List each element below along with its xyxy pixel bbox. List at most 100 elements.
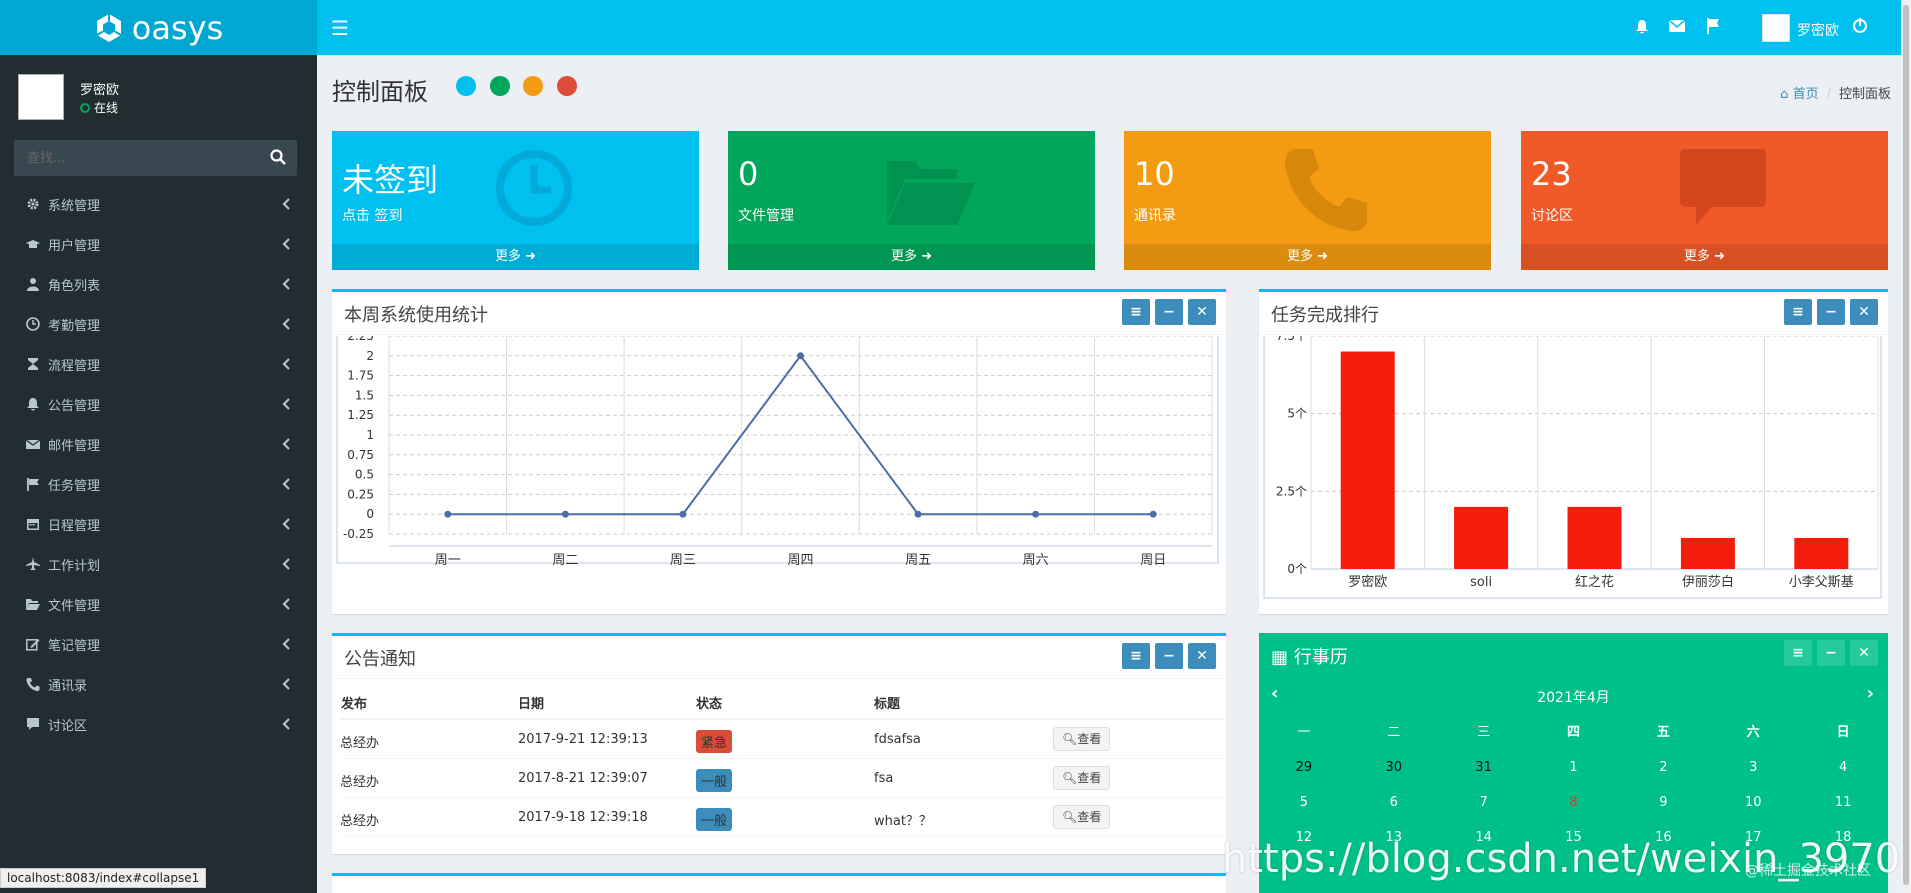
color-dot[interactable] [490, 76, 510, 96]
stat-box-discussion[interactable]: 23 讨论区 更多 ➜ [1521, 131, 1888, 270]
bar[interactable] [1567, 506, 1622, 569]
sidebar-item[interactable]: 邮件管理 [0, 424, 317, 464]
search-input[interactable] [14, 140, 259, 176]
calendar-day[interactable]: 11 [1798, 785, 1888, 820]
stat-label[interactable]: 点击 签到 [342, 205, 402, 225]
data-point[interactable] [444, 510, 452, 518]
data-point[interactable] [1149, 510, 1157, 518]
chevron-left-icon[interactable] [281, 717, 293, 731]
calendar-day[interactable]: 29 [1259, 750, 1349, 785]
navbar-user-name[interactable]: 罗密欧 [1797, 20, 1839, 40]
view-button[interactable]: 🔍︎查看 [1053, 727, 1111, 751]
menu-button[interactable]: ≡ [1122, 299, 1150, 325]
chevron-left-icon[interactable] [281, 317, 293, 331]
data-point[interactable] [679, 510, 687, 518]
data-point[interactable] [797, 352, 804, 360]
sidebar-item[interactable]: 系统管理 [0, 184, 317, 224]
bar[interactable] [1454, 506, 1509, 569]
close-button[interactable]: ✕ [1850, 640, 1878, 666]
close-button[interactable]: ✕ [1188, 299, 1216, 325]
chevron-left-icon[interactable] [281, 357, 293, 371]
page-scrollbar[interactable] [1901, 0, 1911, 893]
next-month-icon[interactable]: › [1867, 683, 1874, 704]
sidebar-item[interactable]: 讨论区 [0, 704, 317, 744]
more-link[interactable]: 更多 ➜ [728, 244, 1095, 270]
sidebar-item[interactable]: 任务管理 [0, 464, 317, 504]
usage-stats-panel: 本周系统使用统计 ≡ − ✕ -0.25 0 0.25 0.5 0.75 1 1.25 1.5… [332, 289, 1226, 614]
sidebar-toggle-icon[interactable]: ☰ [331, 16, 349, 40]
data-point[interactable] [561, 510, 569, 518]
sidebar-item[interactable]: 公告管理 [0, 384, 317, 424]
sidebar-item[interactable]: 日程管理 [0, 504, 317, 544]
sidebar-item[interactable]: 考勤管理 [0, 304, 317, 344]
view-button[interactable]: 🔍︎查看 [1053, 805, 1111, 829]
bell-icon[interactable] [1635, 19, 1649, 35]
chevron-left-icon[interactable] [281, 677, 293, 691]
chevron-left-icon[interactable] [281, 397, 293, 411]
collapse-button[interactable]: − [1155, 643, 1183, 669]
calendar-day[interactable]: 3 [1708, 750, 1798, 785]
sidebar-item[interactable]: 角色列表 [0, 264, 317, 304]
calendar-day[interactable]: 6 [1349, 785, 1439, 820]
collapse-button[interactable]: − [1817, 640, 1845, 666]
collapse-button[interactable]: − [1817, 299, 1845, 325]
color-dot[interactable] [523, 76, 543, 96]
view-button[interactable]: 🔍︎查看 [1053, 766, 1111, 790]
breadcrumb-home[interactable]: ⌂ 首页 [1780, 87, 1818, 102]
calendar-day[interactable]: 30 [1349, 750, 1439, 785]
color-dot[interactable] [557, 76, 577, 96]
chevron-left-icon[interactable] [281, 197, 293, 211]
sidebar-item[interactable]: 用户管理 [0, 224, 317, 264]
chevron-left-icon[interactable] [281, 477, 293, 491]
flag-icon[interactable] [1706, 18, 1720, 34]
sidebar-item[interactable]: 笔记管理 [0, 624, 317, 664]
chevron-left-icon[interactable] [281, 597, 293, 611]
sidebar-item[interactable]: 工作计划 [0, 544, 317, 584]
envelope-icon[interactable] [1669, 20, 1685, 32]
bar[interactable] [1794, 537, 1849, 569]
chevron-left-icon[interactable] [281, 277, 293, 291]
search-icon[interactable] [269, 148, 287, 166]
color-dot[interactable] [456, 76, 476, 96]
data-point[interactable] [914, 510, 922, 518]
data-point[interactable] [1032, 510, 1040, 518]
more-link[interactable]: 更多 ➜ [332, 244, 699, 270]
chevron-left-icon[interactable] [281, 237, 293, 251]
chevron-left-icon[interactable] [281, 637, 293, 651]
close-button[interactable]: ✕ [1850, 299, 1878, 325]
calendar-day[interactable]: 5 [1259, 785, 1349, 820]
chevron-left-icon[interactable] [281, 517, 293, 531]
bar[interactable] [1340, 351, 1395, 569]
stat-box-signin[interactable]: 未签到 点击 签到 更多 ➜ [332, 131, 699, 270]
sidebar-item[interactable]: 流程管理 [0, 344, 317, 384]
more-link[interactable]: 更多 ➜ [1124, 244, 1491, 270]
scrollbar-thumb[interactable] [1903, 5, 1909, 885]
calendar-day[interactable]: 4 [1798, 750, 1888, 785]
more-link[interactable]: 更多 ➜ [1521, 244, 1888, 270]
chevron-left-icon[interactable] [281, 437, 293, 451]
collapse-button[interactable]: − [1155, 299, 1183, 325]
calendar-day[interactable]: 7 [1439, 785, 1529, 820]
menu-button[interactable]: ≡ [1122, 643, 1150, 669]
sidebar-item[interactable]: 文件管理 [0, 584, 317, 624]
bar[interactable] [1680, 537, 1735, 569]
stat-box-files[interactable]: 0 文件管理 更多 ➜ [728, 131, 1095, 270]
calendar-day[interactable]: 8 [1529, 785, 1619, 820]
close-button[interactable]: ✕ [1188, 643, 1216, 669]
menu-button[interactable]: ≡ [1784, 299, 1812, 325]
calendar-day[interactable]: 31 [1439, 750, 1529, 785]
title-cell[interactable]: fdsafsa [874, 732, 921, 747]
title-cell[interactable]: what？？ [874, 810, 932, 829]
title-cell[interactable]: fsa [874, 771, 893, 786]
logo[interactable]: oasys [0, 0, 317, 55]
navbar-avatar[interactable] [1762, 14, 1790, 42]
calendar-day[interactable]: 1 [1529, 750, 1619, 785]
calendar-day[interactable]: 9 [1618, 785, 1708, 820]
calendar-day[interactable]: 10 [1708, 785, 1798, 820]
chevron-left-icon[interactable] [281, 557, 293, 571]
stat-box-contacts[interactable]: 10 通讯录 更多 ➜ [1124, 131, 1491, 270]
sidebar-item[interactable]: 通讯录 [0, 664, 317, 704]
menu-button[interactable]: ≡ [1784, 640, 1812, 666]
calendar-day[interactable]: 2 [1618, 750, 1708, 785]
power-icon[interactable] [1852, 18, 1868, 34]
